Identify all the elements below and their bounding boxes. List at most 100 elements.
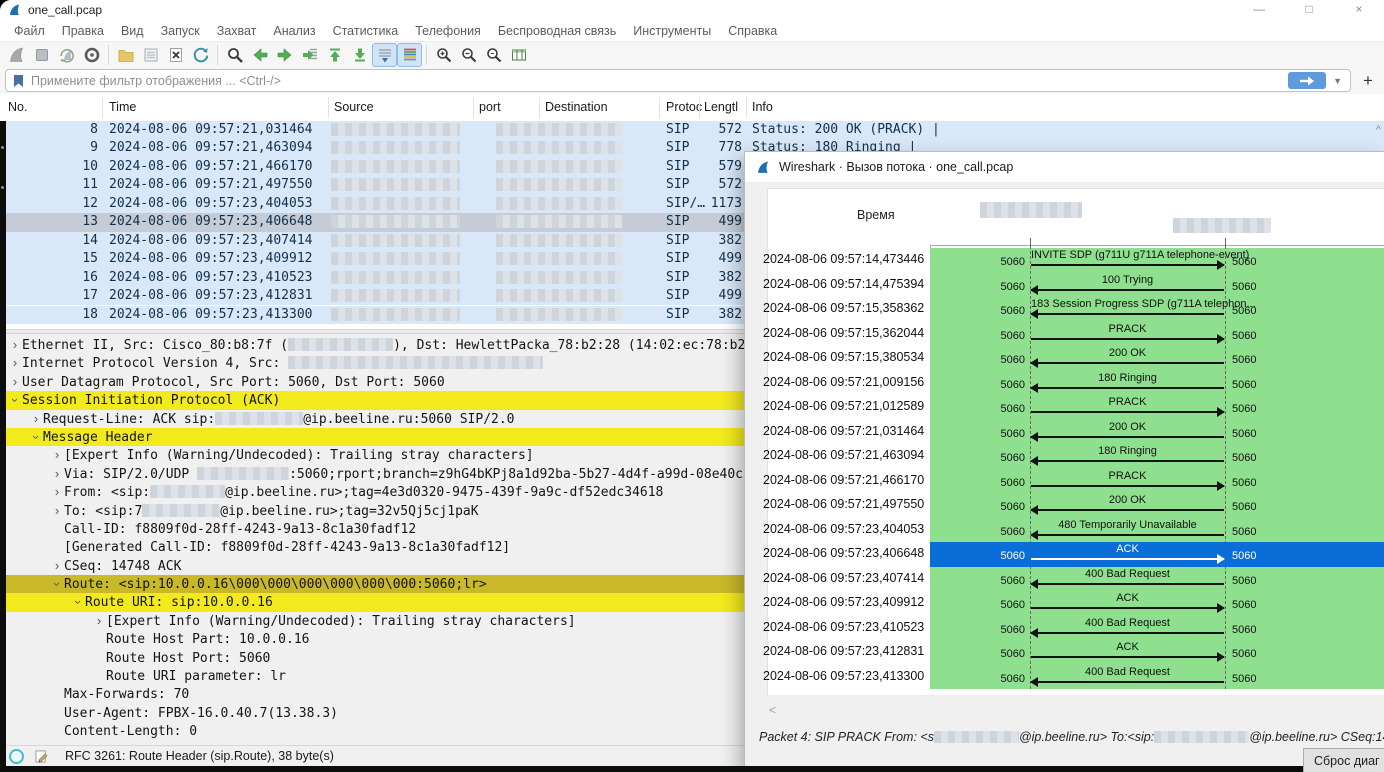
column-separator[interactable] xyxy=(473,97,474,118)
flow-row[interactable]: 2024-08-06 09:57:23,40991250605060ACK xyxy=(745,591,1384,616)
flow-row[interactable]: 2024-08-06 09:57:21,46617050605060PRACK xyxy=(745,469,1384,494)
column-separator[interactable] xyxy=(328,97,329,118)
menu-item[interactable]: Инструменты xyxy=(633,24,711,38)
destination-port: 5060 xyxy=(1232,624,1274,636)
packet-row[interactable]: 82024-08-06 09:57:21,031464SIP572Status:… xyxy=(0,121,1384,139)
menu-item[interactable]: Вид xyxy=(121,24,144,38)
filter-dropdown-caret[interactable]: ▼ xyxy=(1333,76,1342,86)
column-header[interactable]: port xyxy=(479,94,501,120)
bookmark-icon[interactable] xyxy=(13,74,24,88)
zoom-in-icon[interactable] xyxy=(431,43,456,67)
add-filter-button[interactable]: + xyxy=(1357,70,1379,92)
close-file-icon[interactable] xyxy=(163,43,188,67)
window-title: one_call.pcap xyxy=(28,3,102,17)
colorize-icon[interactable] xyxy=(397,43,422,67)
column-separator[interactable] xyxy=(746,97,747,118)
flow-row[interactable]: 2024-08-06 09:57:14,47539450605060100 Tr… xyxy=(745,273,1384,298)
find-packet-icon[interactable] xyxy=(222,43,247,67)
collapse-chevron[interactable]: › xyxy=(27,430,45,444)
flow-row[interactable]: 2024-08-06 09:57:21,03146450605060200 OK xyxy=(745,420,1384,445)
column-header[interactable]: Protoc xyxy=(666,94,702,120)
first-packet-icon[interactable] xyxy=(322,43,347,67)
column-header[interactable]: Time xyxy=(109,94,136,120)
capture-options-icon[interactable] xyxy=(79,43,104,67)
save-file-icon[interactable] xyxy=(138,43,163,67)
resize-columns-icon[interactable] xyxy=(506,43,531,67)
reset-diagram-button[interactable]: Сброс диаг xyxy=(1303,748,1384,772)
menu-item[interactable]: Правка xyxy=(62,24,104,38)
flow-row[interactable]: 2024-08-06 09:57:15,38053450605060200 OK xyxy=(745,346,1384,371)
display-filter-input[interactable]: Примените фильтр отображения ... <Ctrl-/… xyxy=(5,69,1351,92)
reload-file-icon[interactable] xyxy=(188,43,213,67)
column-separator[interactable] xyxy=(699,97,700,118)
column-separator[interactable] xyxy=(659,97,660,118)
indent-spacer xyxy=(92,630,106,648)
expand-chevron[interactable]: › xyxy=(29,410,43,428)
expand-chevron[interactable]: › xyxy=(8,336,22,354)
open-file-icon[interactable] xyxy=(113,43,138,67)
column-header[interactable]: Destination xyxy=(545,94,608,120)
menu-item[interactable]: Анализ xyxy=(273,24,315,38)
previous-packet-icon[interactable] xyxy=(247,43,272,67)
flow-row[interactable]: 2024-08-06 09:57:21,49755050605060200 OK xyxy=(745,493,1384,518)
packet-time: 2024-08-06 09:57:21,466170 xyxy=(109,158,313,176)
flow-row[interactable]: 2024-08-06 09:57:15,35836250605060183 Se… xyxy=(745,297,1384,322)
menu-item[interactable]: Запуск xyxy=(161,24,200,38)
restart-capture-icon[interactable] xyxy=(54,43,79,67)
column-separator[interactable] xyxy=(102,97,103,118)
column-header[interactable]: Source xyxy=(334,94,374,120)
expand-chevron[interactable]: › xyxy=(50,446,64,464)
collapse-chevron[interactable]: › xyxy=(48,577,66,591)
menu-item[interactable]: Справка xyxy=(728,24,777,38)
last-packet-icon[interactable] xyxy=(347,43,372,67)
menu-item[interactable]: Беспроводная связь xyxy=(498,24,616,38)
flow-row[interactable]: 2024-08-06 09:57:23,40741450605060400 Ba… xyxy=(745,567,1384,592)
collapse-chevron[interactable]: › xyxy=(69,596,87,610)
sip-message-label: 400 Bad Request xyxy=(1031,666,1224,678)
zoom-100-icon[interactable] xyxy=(481,43,506,67)
zoom-out-icon[interactable] xyxy=(456,43,481,67)
expand-chevron[interactable]: › xyxy=(50,502,64,520)
capture-comment-icon[interactable] xyxy=(35,750,48,763)
auto-scroll-icon[interactable] xyxy=(372,43,397,67)
flow-row[interactable]: 2024-08-06 09:57:14,47344650605060INVITE… xyxy=(745,248,1384,273)
collapse-chevron[interactable]: › xyxy=(6,393,24,407)
packet-time: 2024-08-06 09:57:23,407414 xyxy=(109,232,313,250)
flow-row[interactable]: 2024-08-06 09:57:23,41052350605060400 Ba… xyxy=(745,616,1384,641)
flow-row[interactable]: 2024-08-06 09:57:23,40405350605060480 Te… xyxy=(745,518,1384,543)
menu-item[interactable]: Захват xyxy=(217,24,257,38)
flow-row[interactable]: 2024-08-06 09:57:23,40664850605060ACK xyxy=(745,542,1384,567)
minimize-button[interactable]: — xyxy=(1234,0,1284,20)
menu-item[interactable]: Телефония xyxy=(415,24,481,38)
menu-item[interactable]: Статистика xyxy=(333,24,399,38)
flow-row[interactable]: 2024-08-06 09:57:21,00915650605060180 Ri… xyxy=(745,371,1384,396)
expand-chevron[interactable]: › xyxy=(50,483,64,501)
close-button[interactable]: × xyxy=(1334,0,1384,20)
expand-chevron[interactable]: › xyxy=(92,612,106,630)
expert-info-icon[interactable] xyxy=(9,749,24,764)
flow-row[interactable]: 2024-08-06 09:57:21,46309450605060180 Ri… xyxy=(745,444,1384,469)
expand-chevron[interactable]: › xyxy=(50,557,64,575)
menu-item[interactable]: Файл xyxy=(14,24,45,38)
expand-chevron[interactable]: › xyxy=(8,354,22,372)
flow-row[interactable]: 2024-08-06 09:57:23,41283150605060ACK xyxy=(745,640,1384,665)
expand-chevron[interactable]: › xyxy=(8,373,22,391)
stop-capture-icon[interactable] xyxy=(29,43,54,67)
column-header[interactable]: Info xyxy=(752,94,773,120)
redacted-source xyxy=(331,234,460,247)
flow-row[interactable]: 2024-08-06 09:57:21,01258950605060PRACK xyxy=(745,395,1384,420)
apply-filter-button[interactable] xyxy=(1288,72,1326,89)
column-header[interactable]: Lengtl xyxy=(704,94,738,120)
start-capture-icon[interactable] xyxy=(4,43,29,67)
restore-button[interactable]: □ xyxy=(1284,0,1334,20)
flow-scroll-left-arrow[interactable]: < xyxy=(769,703,776,717)
expand-chevron[interactable]: › xyxy=(50,465,64,483)
flow-row[interactable]: 2024-08-06 09:57:15,36204450605060PRACK xyxy=(745,322,1384,347)
column-separator[interactable] xyxy=(539,97,540,118)
flow-row[interactable]: 2024-08-06 09:57:23,41330050605060400 Ba… xyxy=(745,665,1384,690)
scrollbar-up-arrow[interactable]: ^ xyxy=(1376,124,1381,136)
column-header[interactable]: No. xyxy=(8,94,27,120)
redacted-destination xyxy=(496,141,622,154)
go-to-packet-icon[interactable] xyxy=(297,43,322,67)
next-packet-icon[interactable] xyxy=(272,43,297,67)
